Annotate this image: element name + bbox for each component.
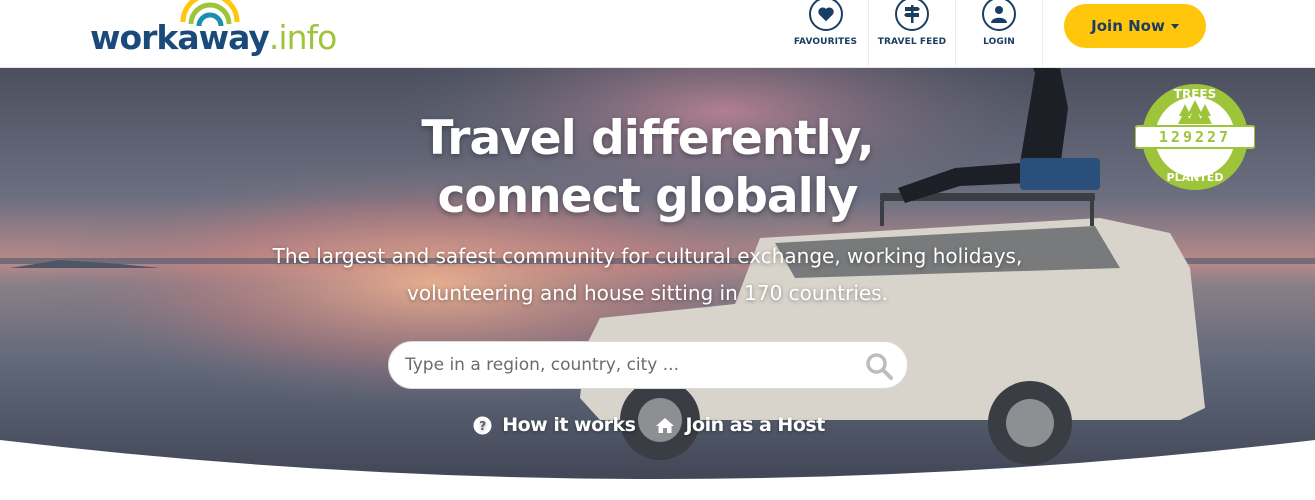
site-header: workaway.info FAVOURITES TRAVEL FEED LOG… <box>0 0 1315 68</box>
heart-icon <box>808 0 843 31</box>
nav-label-travel-feed: TRAVEL FEED <box>877 37 947 47</box>
join-as-host-link[interactable]: Join as a Host <box>655 414 825 436</box>
hero-subtitle-line2: volunteering and house sitting in 170 co… <box>407 281 888 305</box>
join-now-button[interactable]: Join Now <box>1064 4 1206 48</box>
logo-wordmark: workaway.info <box>90 18 337 57</box>
search-icon[interactable] <box>865 352 893 380</box>
join-now-label: Join Now <box>1091 17 1165 35</box>
hero-title-line2: connect globally <box>437 169 859 224</box>
logo-main: workaway <box>90 18 270 57</box>
workaway-logo[interactable]: workaway.info <box>90 0 337 66</box>
hero-subtitle: The largest and safest community for cul… <box>0 238 1295 312</box>
nav-favourites[interactable]: FAVOURITES <box>783 0 869 66</box>
home-icon <box>656 417 675 433</box>
how-it-works-link[interactable]: ? How it works <box>473 414 636 436</box>
header-nav: FAVOURITES TRAVEL FEED LOGIN <box>783 0 1043 66</box>
hero-section: TREES 129227 PLANTED Travel differently,… <box>0 68 1315 500</box>
svg-text:?: ? <box>479 419 486 433</box>
search-box <box>388 341 908 389</box>
hero-title-line1: Travel differently, <box>421 111 874 166</box>
badge-top-text: TREES <box>1174 87 1216 101</box>
hero-subtitle-line1: The largest and safest community for cul… <box>272 244 1023 268</box>
nav-login[interactable]: LOGIN <box>956 0 1043 66</box>
nav-label-login: LOGIN <box>983 37 1015 47</box>
how-it-works-label: How it works <box>502 414 636 436</box>
nav-travel-feed[interactable]: TRAVEL FEED <box>869 0 956 66</box>
caret-down-icon <box>1170 23 1179 29</box>
question-circle-icon: ? <box>473 416 492 434</box>
join-as-host-label: Join as a Host <box>685 414 825 436</box>
hero-title: Travel differently, connect globally <box>0 110 1295 226</box>
logo-tld: .info <box>268 18 337 57</box>
hero-links: ? How it works Join as a Host <box>0 414 1298 436</box>
search-input[interactable] <box>405 342 845 388</box>
nav-label-favourites: FAVOURITES <box>793 37 858 47</box>
signpost-icon <box>895 0 929 31</box>
user-icon <box>982 0 1016 31</box>
